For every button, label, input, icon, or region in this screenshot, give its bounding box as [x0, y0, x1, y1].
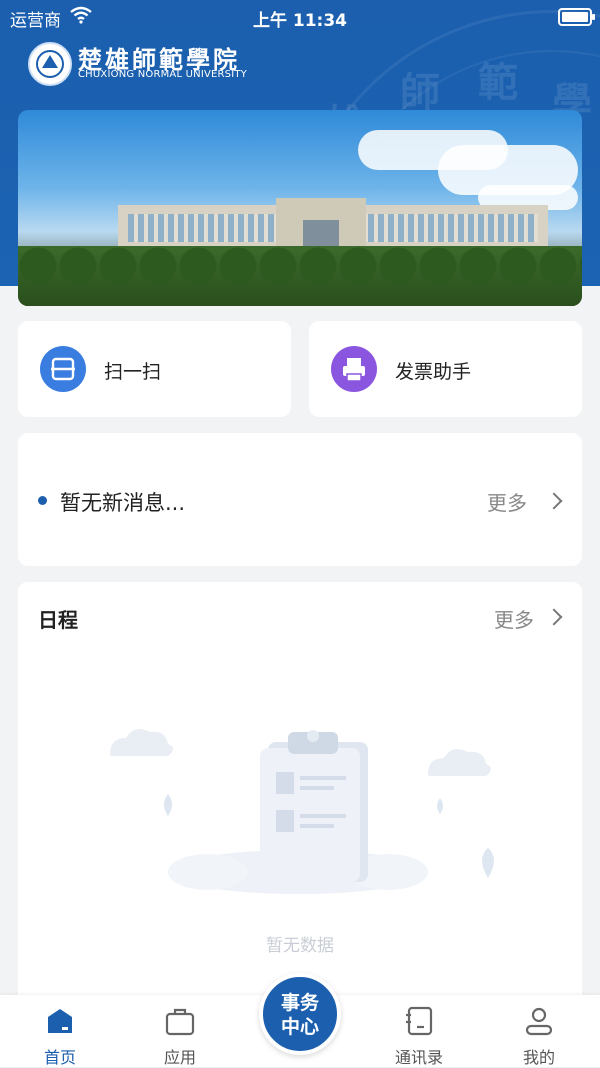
notice-message: 暂无新消息...	[60, 491, 186, 515]
seal-char: 範	[478, 59, 518, 106]
briefcase-icon	[165, 1008, 195, 1036]
tab-profile[interactable]: 我的	[494, 995, 584, 1067]
notice-dot-icon	[38, 496, 47, 505]
invoice-assistant-label: 发票助手	[395, 361, 472, 383]
chevron-right-icon[interactable]	[545, 608, 563, 626]
profile-icon	[525, 1007, 553, 1036]
invoice-assistant-card[interactable]: 发票助手	[309, 321, 582, 417]
tab-contacts[interactable]: 通讯录	[374, 995, 464, 1067]
scan-icon	[40, 346, 86, 392]
affairs-center-line1: 事务	[280, 992, 319, 1014]
tab-contacts-label: 通讯录	[394, 1048, 443, 1067]
tab-profile-label: 我的	[522, 1048, 555, 1067]
schedule-card: 日程 更多 暂无数据	[18, 582, 582, 1012]
printer-icon	[331, 346, 377, 392]
chevron-right-icon[interactable]	[545, 492, 563, 510]
tab-home-label: 首页	[43, 1048, 76, 1067]
scan-label: 扫一扫	[104, 361, 162, 383]
contacts-icon	[406, 1006, 433, 1036]
home-icon	[48, 1009, 72, 1033]
school-emblem-icon	[28, 42, 72, 86]
tab-apps[interactable]: 应用	[135, 995, 225, 1067]
tab-home[interactable]: 首页	[15, 995, 105, 1067]
scan-card[interactable]: 扫一扫	[18, 321, 291, 417]
schedule-more-link[interactable]: 更多	[494, 604, 534, 633]
school-name-en: CHUXIONG NORMAL UNIVERSITY	[78, 69, 247, 80]
campus-banner[interactable]	[18, 110, 582, 306]
affairs-center-button[interactable]: 事务 中心	[259, 973, 341, 1055]
battery-icon	[558, 8, 595, 26]
empty-state-text: 暂无数据	[266, 936, 334, 956]
notice-more-link[interactable]: 更多	[487, 487, 527, 516]
tab-apps-label: 应用	[163, 1048, 196, 1067]
affairs-center-line2: 中心	[280, 1016, 319, 1038]
notice-card[interactable]: 暂无新消息... 更多	[18, 433, 582, 566]
empty-clipboard-illustration	[109, 729, 494, 894]
schedule-title: 日程	[38, 608, 78, 632]
status-time: 上午 11:34	[252, 11, 348, 31]
status-bar: 运营商 上午 11:34	[0, 0, 600, 32]
